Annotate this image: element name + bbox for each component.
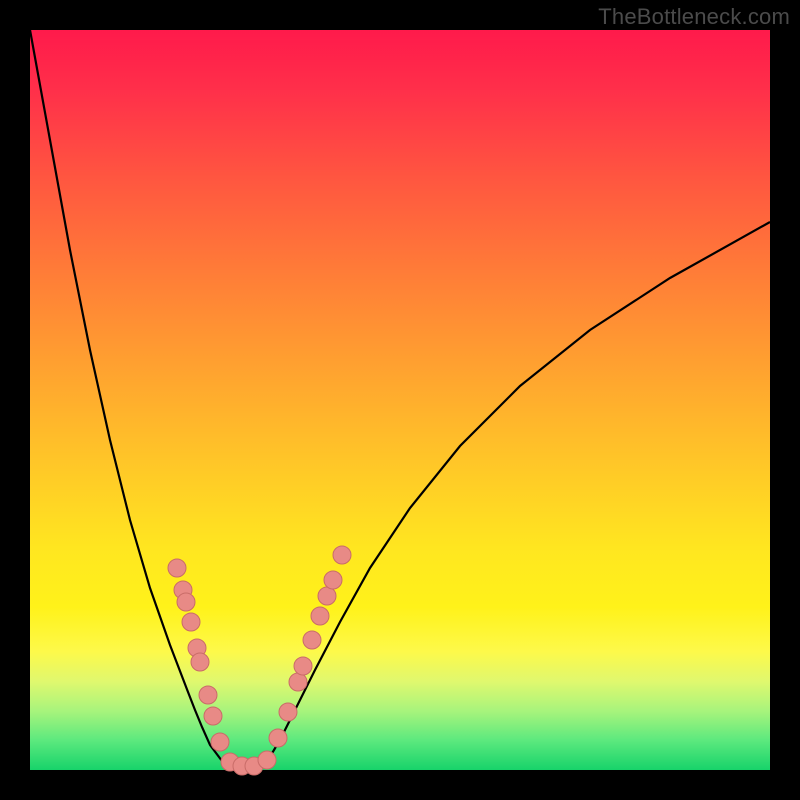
watermark-text: TheBottleneck.com (598, 4, 790, 30)
data-dot (318, 587, 336, 605)
data-dot (289, 673, 307, 691)
data-dot (199, 686, 217, 704)
data-dot (168, 559, 186, 577)
data-dot (311, 607, 329, 625)
data-dot (333, 546, 351, 564)
data-dots-group (168, 546, 351, 775)
data-dot (324, 571, 342, 589)
chart-frame: TheBottleneck.com (0, 0, 800, 800)
data-dot (211, 733, 229, 751)
data-dot (177, 593, 195, 611)
data-dot (182, 613, 200, 631)
data-dot (294, 657, 312, 675)
data-dot (204, 707, 222, 725)
data-dot (279, 703, 297, 721)
bottleneck-curve (30, 30, 770, 767)
data-dot (269, 729, 287, 747)
data-dot (258, 751, 276, 769)
chart-overlay (30, 30, 770, 770)
data-dot (303, 631, 321, 649)
data-dot (191, 653, 209, 671)
